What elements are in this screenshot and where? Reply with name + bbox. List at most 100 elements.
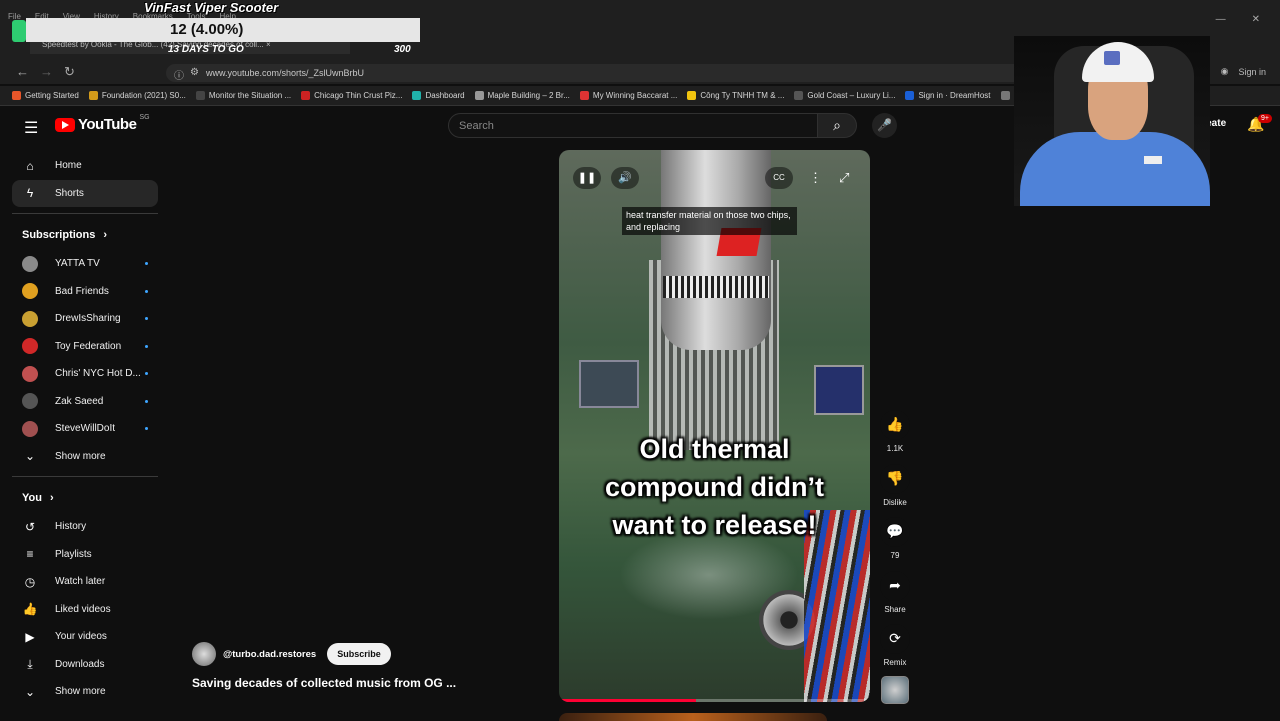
subscription-item[interactable]: DrewIsSharing: [12, 305, 158, 333]
overlay-goal-count: 12 (4.00%): [170, 21, 244, 38]
subscribe-button[interactable]: Subscribe: [327, 643, 391, 665]
chevron-down-icon: ⌄: [24, 449, 36, 464]
sidebar-item-playlists[interactable]: ≡ Playlists: [12, 541, 158, 569]
forward-icon[interactable]: →: [40, 64, 53, 79]
sidebar-item-watch-later[interactable]: ◷ Watch later: [12, 568, 158, 596]
close-icon[interactable]: ✕: [1252, 14, 1260, 25]
overlay-progress-marker: [12, 20, 26, 42]
channel-avatar[interactable]: [192, 642, 216, 666]
home-icon: ⌂: [26, 158, 34, 173]
bookmark-item[interactable]: Chicago Thin Crust Piz...: [301, 91, 402, 100]
sidebar-item-home[interactable]: ⌂ Home: [12, 152, 158, 180]
captions-button[interactable]: CC: [765, 167, 793, 189]
show-more-you[interactable]: ⌄ Show more: [12, 678, 158, 706]
subscription-item[interactable]: Chris' NYC Hot D...: [12, 360, 158, 388]
minimize-icon[interactable]: —: [1216, 14, 1226, 25]
video-progress-bar[interactable]: [559, 699, 870, 702]
share-button[interactable]: ➦ Share: [880, 570, 910, 625]
new-content-dot: [145, 344, 148, 348]
channel-avatar: [22, 283, 38, 300]
bookmark-item[interactable]: Dashboard: [412, 91, 465, 100]
subscriptions-header[interactable]: Subscriptions ›: [12, 220, 158, 250]
bookmark-item[interactable]: Sign in · DreamHost: [905, 91, 991, 100]
chevron-right-icon: ›: [103, 229, 108, 241]
search-icon: ⌕: [833, 117, 841, 133]
bookmark-favicon: [301, 91, 311, 100]
chevron-down-icon: ⌄: [24, 684, 36, 699]
webcam-overlay: [1014, 36, 1210, 206]
notification-badge: 9+: [1258, 114, 1272, 123]
show-more-subscriptions[interactable]: ⌄ Show more: [12, 443, 158, 471]
subscription-item[interactable]: YATTA TV: [12, 250, 158, 278]
volume-button[interactable]: 🔊: [611, 167, 639, 189]
sidebar-item-liked-videos[interactable]: 👍 Liked videos: [12, 596, 158, 624]
subscription-item[interactable]: SteveWillDoIt: [12, 415, 158, 443]
back-icon[interactable]: ←: [16, 64, 29, 79]
remix-button[interactable]: ⟳ Remix: [880, 624, 910, 678]
bookmark-favicon: [794, 91, 804, 100]
youtube-play-icon: [55, 117, 75, 132]
sound-thumbnail[interactable]: [881, 676, 909, 704]
youtube-logo[interactable]: YouTube SG: [55, 114, 150, 133]
url-field[interactable]: ⓘ ⚙ www.youtube.com/shorts/_ZslUwnBrbU: [166, 64, 1066, 82]
bookmark-item[interactable]: Getting Started: [12, 91, 79, 100]
voice-search-button[interactable]: 🎤: [872, 113, 897, 138]
profile-icon[interactable]: ◉: [1221, 66, 1229, 77]
more-options-icon[interactable]: ⋮: [809, 170, 822, 186]
fullscreen-icon[interactable]: ⤢: [839, 170, 849, 186]
sidebar-item-shorts[interactable]: ϟ Shorts: [12, 179, 158, 207]
sidebar-item-your-videos[interactable]: ▶ Your videos: [12, 623, 158, 651]
like-button[interactable]: 👍 1.1K: [880, 410, 910, 464]
subscription-item[interactable]: Toy Federation: [12, 333, 158, 361]
bookmark-favicon: [474, 91, 484, 100]
watch-later-icon: ◷: [24, 574, 36, 589]
comments-button[interactable]: 💬 79: [880, 517, 910, 571]
bookmark-item[interactable]: My Winning Baccarat ...: [579, 91, 677, 100]
thumbs-up-icon: 👍: [880, 410, 910, 440]
video-title[interactable]: Saving decades of collected music from O…: [192, 676, 456, 690]
comment-icon: 💬: [880, 517, 910, 547]
shorts-video-player[interactable]: ❚❚ 🔊 CC ⋮ ⤢ heat transfer material on th…: [559, 150, 870, 702]
window-controls: — ✕: [1216, 14, 1260, 25]
channel-avatar: [22, 255, 38, 272]
remix-icon: ⟳: [880, 624, 910, 654]
reload-icon[interactable]: ↻: [64, 64, 75, 80]
bookmark-item[interactable]: Công Ty TNHH TM & ...: [687, 91, 784, 100]
channel-avatar: [22, 310, 38, 327]
pause-button[interactable]: ❚❚: [573, 167, 601, 189]
dislike-button[interactable]: 👎 Dislike: [880, 463, 910, 518]
new-content-dot: [145, 427, 148, 431]
volume-icon: 🔊: [618, 172, 632, 184]
cc-icon: CC: [773, 173, 785, 182]
site-info-icon[interactable]: ⓘ: [174, 67, 184, 82]
share-icon: ➦: [880, 570, 910, 601]
tune-icon[interactable]: ⚙: [190, 67, 199, 78]
sign-in-link[interactable]: Sign in: [1238, 67, 1266, 77]
bookmark-item[interactable]: Foundation (2021) S0...: [88, 91, 186, 100]
channel-name[interactable]: @turbo.dad.restores: [223, 649, 316, 660]
sidebar-divider: [12, 476, 158, 477]
bookmark-favicon: [1000, 91, 1010, 100]
bookmark-item[interactable]: Gold Coast – Luxury Li...: [794, 91, 895, 100]
sidebar-item-history[interactable]: ↺ History: [12, 513, 158, 541]
search-input[interactable]: Search: [448, 113, 818, 138]
sidebar: ⌂ Home ϟ Shorts Subscriptions › YATTA TV Bad …: [12, 152, 158, 706]
subscription-item[interactable]: Zak Saeed: [12, 388, 158, 416]
bookmark-favicon: [12, 91, 21, 100]
subscription-item[interactable]: Bad Friends: [12, 278, 158, 306]
you-header[interactable]: You ›: [12, 483, 158, 513]
bookmark-favicon: [195, 91, 205, 100]
new-content-dot: [145, 372, 148, 376]
url-text: www.youtube.com/shorts/_ZslUwnBrbU: [206, 68, 365, 78]
overlay-days-left: 13 DAYS TO GO: [168, 44, 244, 55]
bookmark-favicon: [687, 91, 697, 100]
new-content-dot: [145, 317, 148, 321]
video-chip: [579, 360, 639, 408]
bookmark-item[interactable]: Monitor the Situation ...: [195, 91, 291, 100]
pause-icon: ❚❚: [577, 172, 597, 184]
bookmark-item[interactable]: Maple Building – 2 Br...: [474, 91, 570, 100]
menu-icon[interactable]: ☰: [24, 118, 38, 138]
search-button[interactable]: ⌕: [817, 113, 857, 138]
sidebar-item-downloads[interactable]: ⤓ Downloads: [12, 651, 158, 679]
video-overlay-text: Old thermal compound didn’t want to rele…: [605, 434, 824, 540]
